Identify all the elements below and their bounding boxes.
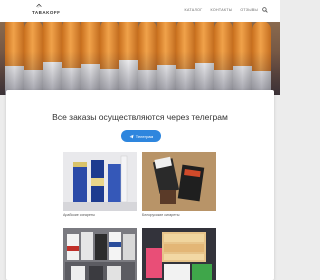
product-image[interactable] <box>142 228 216 280</box>
product-card[interactable]: Арабские сигареты <box>63 152 137 217</box>
arabic-cigarettes-photo <box>63 155 137 211</box>
product-label[interactable]: Белорусские сигареты <box>142 213 216 217</box>
belarus-cigarettes-photo <box>142 152 216 211</box>
product-card[interactable]: Белорусские сигареты <box>142 152 216 217</box>
logo-text: TABAKOFF <box>32 10 61 15</box>
product-card[interactable] <box>142 228 216 280</box>
cigarette-box-photo <box>142 228 216 280</box>
main-nav: Каталог Контакты Отзывы <box>185 8 258 12</box>
content-card: Все заказы осуществляются через телеграм… <box>6 90 274 280</box>
telegram-icon <box>129 134 134 138</box>
logo-mark-icon <box>36 3 42 8</box>
product-image[interactable] <box>63 228 137 280</box>
nav-item-catalog[interactable]: Каталог <box>185 8 203 12</box>
product-image[interactable] <box>63 152 137 211</box>
product-label[interactable]: Арабские сигареты <box>63 213 137 217</box>
cigarette-packs-photo <box>63 228 137 280</box>
hero-overlay <box>0 22 280 95</box>
site-logo[interactable]: TABAKOFF <box>32 3 61 15</box>
telegram-button[interactable]: Телеграм <box>121 130 161 142</box>
hero-banner <box>0 22 280 95</box>
nav-item-reviews[interactable]: Отзывы <box>240 8 258 12</box>
product-image[interactable] <box>142 152 216 211</box>
telegram-button-label: Телеграм <box>135 133 154 139</box>
page-title: Все заказы осуществляются через телеграм <box>52 112 228 122</box>
product-card[interactable] <box>63 228 137 280</box>
nav-item-contacts[interactable]: Контакты <box>211 8 233 12</box>
search-icon[interactable] <box>262 7 268 13</box>
site-header: TABAKOFF Каталог Контакты Отзывы <box>0 0 280 22</box>
